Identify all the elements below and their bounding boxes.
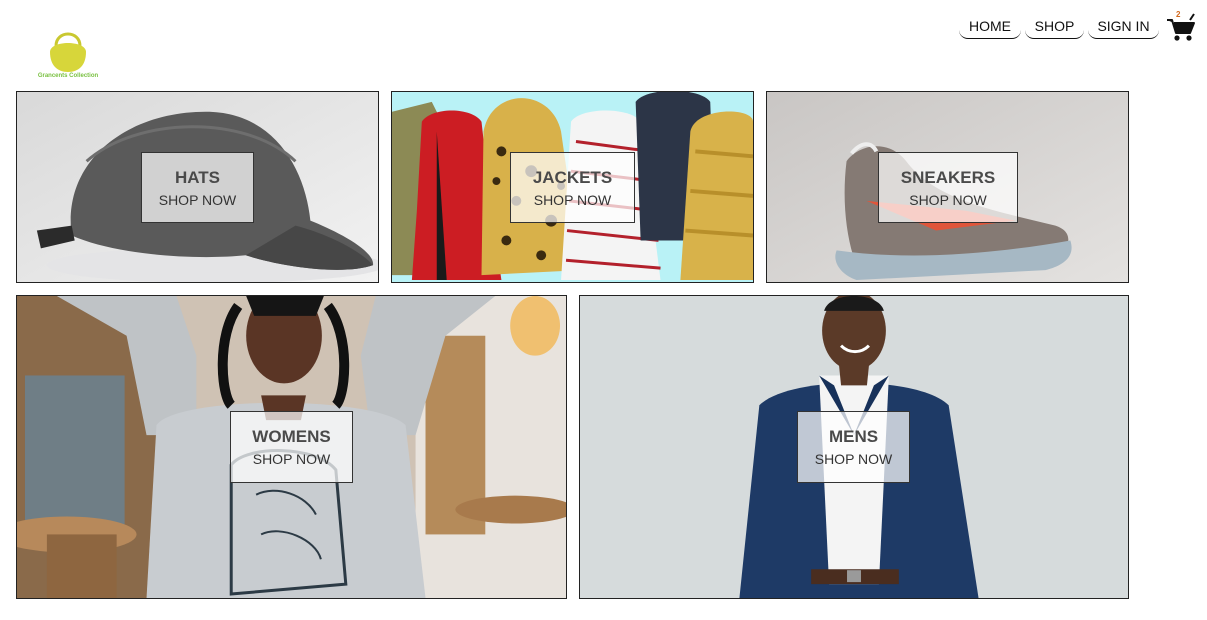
category-title: JACKETS: [532, 168, 613, 187]
category-tile-jackets[interactable]: JACKETS SHOP NOW: [391, 91, 754, 283]
handbag-icon: [50, 32, 86, 72]
cart-button[interactable]: 2: [1166, 10, 1196, 42]
category-label-mens: MENS SHOP NOW: [797, 411, 910, 483]
category-title: MENS: [828, 427, 879, 446]
category-tile-hats[interactable]: HATS SHOP NOW: [16, 91, 379, 283]
category-tile-womens[interactable]: WOMENS SHOP NOW: [16, 295, 567, 599]
category-title: WOMENS: [252, 427, 331, 446]
category-title: SNEAKERS: [900, 168, 996, 187]
category-label-womens: WOMENS SHOP NOW: [230, 411, 353, 483]
cart-count-badge: 2: [1176, 10, 1181, 19]
category-title: HATS: [174, 168, 220, 187]
category-label-jackets: JACKETS SHOP NOW: [510, 152, 635, 223]
nav-home-link[interactable]: HOME: [959, 14, 1021, 39]
shop-now-link[interactable]: SHOP NOW: [798, 451, 909, 467]
category-tile-sneakers[interactable]: SNEAKERS SHOP NOW: [766, 91, 1129, 283]
nav-sign-in-link[interactable]: SIGN IN: [1088, 14, 1159, 39]
shop-now-link[interactable]: SHOP NOW: [879, 192, 1017, 208]
shop-now-link[interactable]: SHOP NOW: [231, 451, 352, 467]
shop-now-link[interactable]: SHOP NOW: [511, 192, 634, 208]
brand-name: Grancents Collection: [37, 73, 99, 79]
shopping-cart-icon: [1167, 13, 1195, 41]
nav-shop-link[interactable]: SHOP: [1025, 14, 1084, 39]
brand-logo[interactable]: Grancents Collection: [34, 26, 102, 82]
category-label-sneakers: SNEAKERS SHOP NOW: [878, 152, 1018, 223]
shop-now-link[interactable]: SHOP NOW: [142, 192, 253, 208]
category-label-hats: HATS SHOP NOW: [141, 152, 254, 223]
category-tile-mens[interactable]: MENS SHOP NOW: [579, 295, 1129, 599]
